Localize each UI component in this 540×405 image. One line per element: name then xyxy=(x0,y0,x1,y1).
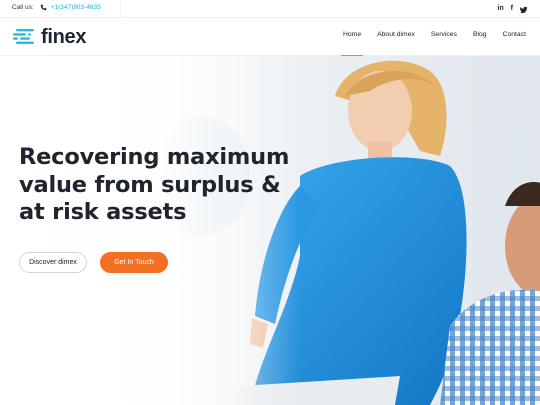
hero-section: Recovering maximum value from surplus & … xyxy=(0,56,540,405)
call-label: Call us: xyxy=(12,4,34,11)
discover-dimex-button[interactable]: Discover dimex xyxy=(19,252,87,273)
facebook-icon[interactable]: f xyxy=(511,3,513,14)
twitter-icon[interactable] xyxy=(520,6,528,14)
top-bar: Call us: +1(347)903-4635 in f xyxy=(0,0,540,18)
call-info: Call us: +1(347)903-4635 xyxy=(12,4,101,11)
phone-number-link[interactable]: +1(347)903-4635 xyxy=(51,4,101,11)
logo[interactable]: finex xyxy=(13,27,86,47)
nav-home[interactable]: Home xyxy=(340,31,364,57)
main-nav: Home About dimex Services Blog Contact xyxy=(340,31,526,57)
nav-about-dimex[interactable]: About dimex xyxy=(377,31,415,38)
hero-headline-line-1: Recovering maximum xyxy=(19,144,290,170)
nav-contact[interactable]: Contact xyxy=(503,31,526,38)
nav-blog[interactable]: Blog xyxy=(473,31,487,38)
phone-icon xyxy=(40,4,46,11)
nav-services[interactable]: Services xyxy=(431,31,457,38)
logo-text: finex xyxy=(41,26,87,48)
logo-mark-icon xyxy=(13,29,34,44)
hero-headline-line-2: value from surplus & xyxy=(19,171,281,198)
social-links: in f xyxy=(497,3,528,14)
hero-headline: Recovering maximum value from surplus & … xyxy=(19,144,290,227)
get-in-touch-button[interactable]: Get In Touch xyxy=(100,252,168,273)
hero-headline-line-3: at risk assets xyxy=(19,199,187,225)
hero-fade-overlay xyxy=(0,56,300,405)
linkedin-icon[interactable]: in xyxy=(497,3,503,14)
site-header: finex Home About dimex Services Blog Con… xyxy=(0,18,540,57)
top-bar-divider xyxy=(120,0,121,18)
